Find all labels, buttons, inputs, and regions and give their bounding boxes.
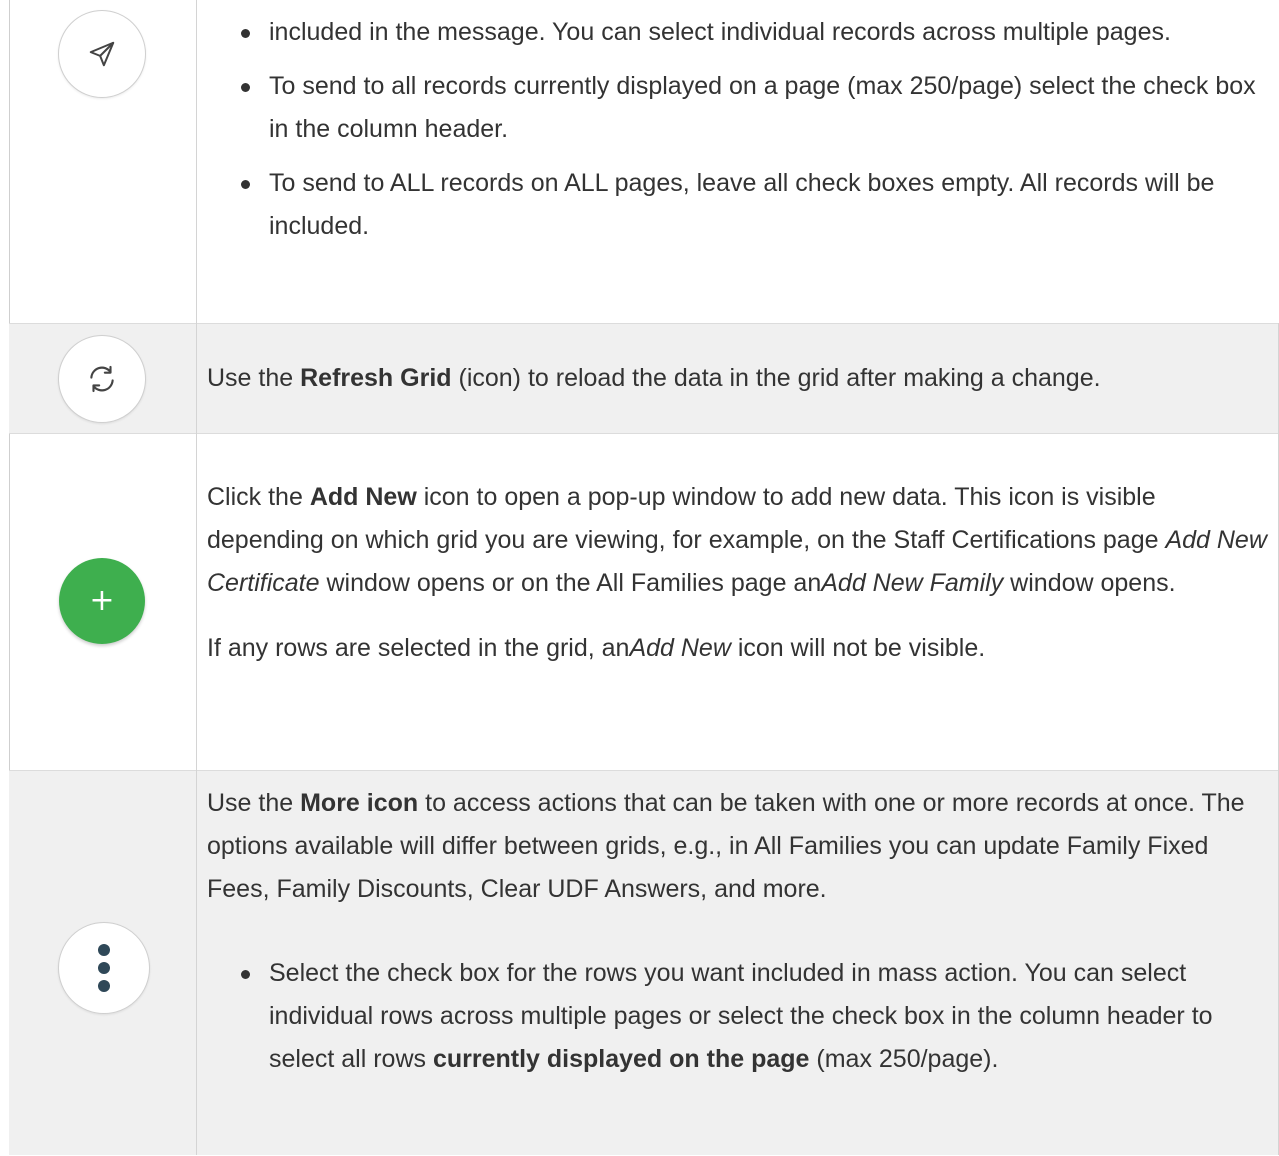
bold-text: currently displayed on the page: [432, 1045, 810, 1073]
list-item: To send to ALL records on ALL pages, lea…: [241, 162, 1269, 248]
text: Click the: [207, 483, 310, 511]
list-item: Select the check box for the rows you wa…: [241, 952, 1269, 1081]
add-new-description: Click the Add New icon to open a pop-up …: [207, 476, 1269, 605]
table-row-add-new: + Click the Add New icon to open a pop-u…: [9, 433, 1279, 770]
text-cell: Click the Add New icon to open a pop-up …: [207, 476, 1269, 670]
text: Use the: [207, 789, 301, 817]
list-item: To send to all records currently display…: [241, 65, 1269, 151]
column-divider: [196, 0, 197, 1155]
table-row-send: included in the message. You can select …: [9, 0, 1279, 323]
bold-text: Refresh Grid: [300, 364, 452, 392]
icon-cell: [9, 0, 196, 323]
more-button[interactable]: [58, 922, 150, 1014]
table-row-refresh: Use the Refresh Grid (icon) to reload th…: [9, 323, 1279, 433]
list-item-continued: included in the message. You can select …: [241, 11, 1269, 54]
table-row-more: Use the More icon to access actions that…: [9, 770, 1279, 1155]
send-bullet-0: included in the message. You can select …: [269, 18, 1171, 46]
more-description: Use the More icon to access actions that…: [207, 782, 1269, 911]
send-button[interactable]: [58, 10, 146, 98]
italic-text: Add New: [629, 634, 731, 662]
help-table: included in the message. You can select …: [0, 0, 1279, 1155]
bullet-list: Select the check box for the rows you wa…: [207, 952, 1269, 1081]
text-cell: Use the Refresh Grid (icon) to reload th…: [207, 357, 1269, 400]
refresh-icon: [90, 365, 114, 393]
icon-cell: [9, 324, 196, 434]
add-new-note: If any rows are selected in the grid, an…: [207, 627, 1269, 670]
icon-cell: [9, 771, 196, 1156]
send-bullet-2: To send to ALL records on ALL pages, lea…: [269, 169, 1215, 240]
italic-text: Add New Family: [821, 569, 1004, 597]
plus-icon: +: [89, 583, 115, 618]
text-cell: Use the More icon to access actions that…: [207, 782, 1269, 1092]
text-cell: included in the message. You can select …: [207, 11, 1269, 259]
text: icon will not be visible.: [730, 634, 986, 662]
add-new-button[interactable]: +: [59, 558, 145, 644]
more-vertical-icon: [98, 944, 110, 992]
send-icon: [89, 41, 115, 67]
text: Use the: [207, 364, 301, 392]
text: window opens.: [1003, 569, 1176, 597]
send-bullet-1: To send to all records currently display…: [269, 72, 1256, 143]
text: (max 250/page).: [809, 1045, 999, 1073]
bold-text: More icon: [300, 789, 419, 817]
text: window opens or on the All Families page…: [319, 569, 822, 597]
bold-text: Add New: [309, 483, 417, 511]
refresh-button[interactable]: [58, 335, 146, 423]
bullet-list: included in the message. You can select …: [207, 11, 1269, 248]
text: (icon) to reload the data in the grid af…: [451, 364, 1101, 392]
text: If any rows are selected in the grid, an: [207, 634, 630, 662]
refresh-description: Use the Refresh Grid (icon) to reload th…: [207, 357, 1269, 400]
icon-cell: +: [9, 434, 196, 771]
